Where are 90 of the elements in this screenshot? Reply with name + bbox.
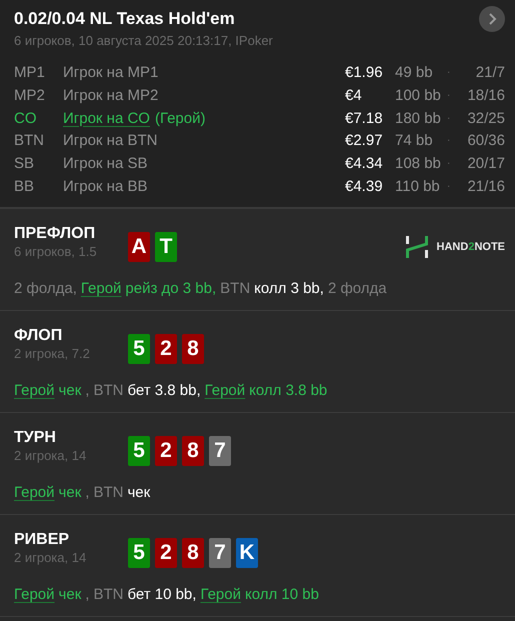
stack-bb: 108 bb [395, 154, 442, 174]
player-name: Игрок на BB [63, 176, 148, 197]
playing-card: 8 [182, 334, 204, 364]
player-name: Игрок на MP2 [63, 86, 158, 106]
hand-title: 0.02/0.04 NL Texas Hold'em [14, 9, 235, 29]
separator-dot: · [447, 88, 452, 103]
playing-card: 8 [182, 538, 204, 568]
street-title: ФЛОП [14, 326, 64, 345]
player-action: чек [127, 484, 150, 501]
playing-card: 7 [209, 436, 231, 466]
player-action: колл 3 bb, [254, 280, 324, 297]
hero-action: колл 3.8 bb [249, 382, 328, 399]
player-stats: 21/7 [474, 63, 505, 83]
position-label: MP1 [14, 63, 46, 83]
next-button[interactable] [479, 6, 505, 32]
stack-amount: €4.39 [345, 176, 384, 197]
separator-dot: · [447, 66, 452, 80]
logo-text: HAND2NOTE [436, 240, 505, 253]
separator-dot: · [447, 157, 452, 172]
hero-link[interactable]: Герой [14, 586, 55, 603]
player-stats: 20/17 [466, 154, 505, 174]
playing-card: 2 [155, 436, 177, 466]
player-action: бет 10 bb, [127, 586, 196, 603]
hand-info: 6 игроков, 10 августа 2025 20:13:17, IPoker [14, 33, 274, 48]
hero-action: колл 10 bb [244, 586, 319, 603]
player-name: Игрок на MP1 [63, 63, 158, 83]
hero-link[interactable]: Герой [14, 382, 55, 399]
street-title: ТУРН [14, 428, 57, 447]
stack-bb: 74 bb [395, 131, 434, 152]
action-text: 2 фолда [328, 280, 387, 297]
hero-action: чек [58, 586, 82, 603]
player-stats: 21/16 [466, 176, 505, 197]
position-label: CO [14, 108, 38, 129]
logo-icon [404, 234, 429, 259]
street-title: ПРЕФЛОП [14, 224, 96, 243]
playing-card: 5 [128, 334, 150, 364]
player-stats: 60/36 [466, 131, 505, 152]
street-info: 2 игрока, 7.2 [14, 346, 91, 361]
position-label: BB [14, 176, 36, 197]
separator-dot: · [447, 134, 452, 148]
separator-dot: · [447, 180, 452, 194]
position-label: BTN [14, 131, 45, 152]
stack-amount: €4.34 [345, 154, 384, 174]
playing-card: A [128, 232, 150, 262]
hero-action: чек [58, 382, 82, 399]
playing-card: 5 [128, 538, 150, 568]
hero-action: рейз до 3 bb, [125, 280, 216, 297]
stack-bb: 49 bb [395, 63, 434, 83]
playing-card: 5 [128, 436, 150, 466]
stack-bb: 180 bb [395, 108, 442, 129]
hero-action: чек [58, 484, 82, 501]
hero-link[interactable]: Герой [14, 484, 55, 501]
stack-amount: €7.18 [345, 108, 384, 129]
stack-amount: €1.96 [345, 63, 384, 83]
player-name: Игрок на SB [63, 154, 148, 174]
playing-card: 8 [182, 436, 204, 466]
player-name: Игрок на BTN [63, 131, 158, 152]
hero-link[interactable]: Герой [204, 382, 246, 399]
street-info: 2 игрока, 14 [14, 550, 88, 565]
stack-amount: €2.97 [345, 131, 384, 152]
hero-link[interactable]: Герой [80, 280, 122, 297]
stack-bb: 100 bb [395, 86, 442, 106]
playing-card: K [236, 538, 258, 568]
player-label: BTN [93, 586, 124, 603]
chevron-right-icon [487, 13, 497, 25]
street-info: 6 игроков, 1.5 [14, 244, 98, 259]
player-action: бет 3.8 bb, [127, 382, 201, 399]
stack-amount: €4 [345, 86, 363, 106]
playing-card: 2 [155, 334, 177, 364]
street-info: 2 игрока, 14 [14, 448, 88, 463]
player-label: BTN [220, 280, 250, 297]
player-label: BTN [93, 484, 124, 501]
street-title: РИВЕР [14, 530, 70, 549]
action-text: 2 фолда, [14, 280, 77, 297]
player-name-link[interactable]: Игрок на CO [63, 108, 150, 130]
stack-bb: 110 bb [395, 176, 441, 197]
position-label: MP2 [14, 86, 46, 106]
playing-card: T [155, 232, 177, 262]
hero-link[interactable]: Герой [200, 586, 241, 603]
playing-card: 7 [209, 538, 231, 568]
action-text: , [85, 586, 90, 603]
player-label: BTN [93, 382, 124, 399]
player-stats: 18/16 [466, 86, 505, 106]
hero-tag: (Герой) [154, 108, 206, 130]
position-label: SB [14, 154, 36, 174]
player-stats: 32/25 [466, 108, 505, 129]
action-text: , [85, 382, 90, 399]
playing-card: 2 [155, 538, 177, 568]
action-text: , [85, 484, 90, 501]
separator-dot: · [447, 112, 452, 126]
